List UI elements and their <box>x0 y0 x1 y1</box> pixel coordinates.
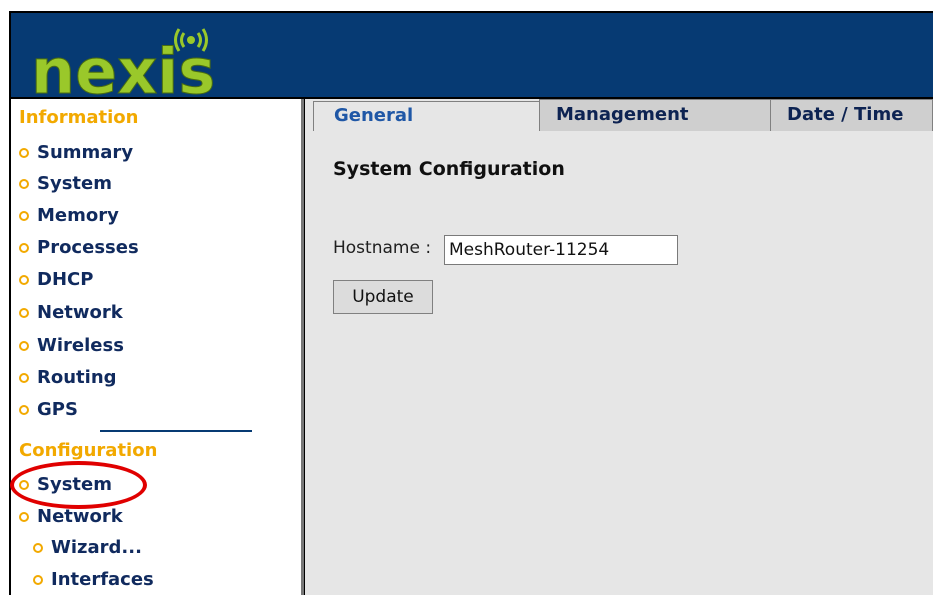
highlight-ring <box>10 461 147 509</box>
header-bar: nexis <box>11 13 933 103</box>
sidebar-item-system-info[interactable]: System <box>19 173 112 194</box>
update-button[interactable]: Update <box>333 280 433 314</box>
hostname-label: Hostname : <box>333 238 432 258</box>
circle-bullet-icon <box>19 404 29 415</box>
sidebar-item-label: Network <box>37 506 123 527</box>
circle-bullet-icon <box>19 242 29 253</box>
panel-title: System Configuration <box>333 158 565 180</box>
sidebar-item-label: GPS <box>37 399 78 420</box>
sidebar-subitem-interfaces[interactable]: Interfaces <box>33 569 154 590</box>
sidebar-item-wireless[interactable]: Wireless <box>19 335 124 356</box>
sidebar-item-memory[interactable]: Memory <box>19 205 119 226</box>
circle-bullet-icon <box>19 210 29 221</box>
sidebar-item-dhcp[interactable]: DHCP <box>19 269 93 290</box>
sidebar-item-label: DHCP <box>37 269 94 290</box>
tab-date-time[interactable]: Date / Time <box>770 99 933 131</box>
sidebar-item-label: Routing <box>37 367 117 388</box>
sidebar-divider <box>301 99 304 595</box>
sidebar-item-label: Wireless <box>37 335 124 356</box>
section-heading-information: Information <box>19 107 139 128</box>
sidebar-item-label: Processes <box>37 237 139 258</box>
sidebar-subitem-wizard[interactable]: Wizard... <box>33 537 142 558</box>
sidebar-item-network-info[interactable]: Network <box>19 302 123 323</box>
sidebar-item-network-config[interactable]: Network <box>19 506 123 527</box>
circle-bullet-icon <box>33 574 43 585</box>
sidebar-item-routing[interactable]: Routing <box>19 367 117 388</box>
sidebar-item-label: Memory <box>37 205 119 226</box>
circle-bullet-icon <box>19 178 29 189</box>
section-separator <box>100 430 252 432</box>
logo-text: nexis <box>31 35 215 103</box>
circle-bullet-icon <box>19 340 29 351</box>
sidebar-item-label: Network <box>37 302 123 323</box>
sidebar-item-processes[interactable]: Processes <box>19 237 139 258</box>
tab-management[interactable]: Management <box>539 99 771 131</box>
section-heading-configuration: Configuration <box>19 440 158 461</box>
circle-bullet-icon <box>33 542 43 553</box>
tab-general[interactable]: General <box>313 101 543 131</box>
circle-bullet-icon <box>19 372 29 383</box>
tab-bar: General Management Date / Time <box>305 99 933 131</box>
sidebar-item-label: Interfaces <box>51 569 154 590</box>
circle-bullet-icon <box>19 274 29 285</box>
sidebar-item-label: Wizard... <box>51 537 142 558</box>
circle-bullet-icon <box>19 511 29 522</box>
sidebar-item-label: Summary <box>37 142 134 163</box>
sidebar-item-summary[interactable]: Summary <box>19 142 133 163</box>
sidebar-item-label: System <box>37 173 112 194</box>
circle-bullet-icon <box>19 147 29 158</box>
hostname-field[interactable] <box>444 235 678 265</box>
nexis-logo: nexis <box>31 28 216 103</box>
circle-bullet-icon <box>19 307 29 318</box>
sidebar-item-gps[interactable]: GPS <box>19 399 78 420</box>
